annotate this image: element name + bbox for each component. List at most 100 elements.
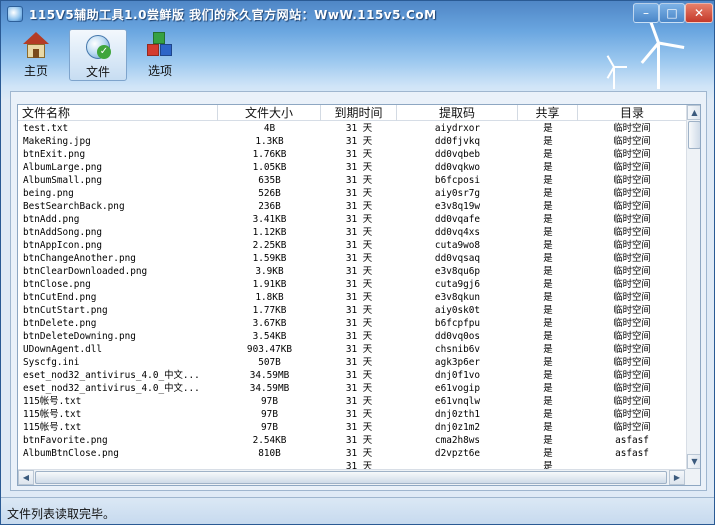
cell-file-size: 507B [258,357,281,368]
table-row[interactable]: btnCutEnd.png 1.8KB 31 天 e3v8qkun 是 临时空间 [18,291,686,304]
table-row[interactable]: btnAddSong.png 1.12KB 31 天 dd0vq4xs 是 临时空间 [18,226,686,239]
table-row[interactable]: btnAppIcon.png 2.25KB 31 天 cuta9wo8 是 临时空间 [18,239,686,252]
toolbar: 主页 ✓ 文件 选项 [1,27,714,85]
cell-file-name: btnExit.png [23,149,86,160]
vertical-scroll-thumb[interactable] [688,121,700,149]
cell-expiry: 31 天 [345,435,373,446]
cell-expiry: 31 天 [345,253,373,264]
cell-file-name: MakeRing.jpg [23,136,91,147]
maximize-button[interactable]: □ [659,3,685,23]
title-bar[interactable]: 115V5辅助工具1.0尝鲜版 我们的永久官方网站：WwW.115v5.CoM … [1,1,714,27]
cubes-icon [145,32,175,60]
column-header-dir[interactable]: 目录 [578,105,686,121]
horizontal-scrollbar[interactable]: ◀ ▶ [18,469,686,485]
column-header-share[interactable]: 共享 [518,105,578,121]
table-row[interactable]: 115帐号.txt 97B 31 天 dnj0zth1 是 临时空间 [18,408,686,421]
table-row[interactable]: BestSearchBack.png 236B 31 天 e3v8q19w 是 临时空间 [18,200,686,213]
cell-file-name: btnAppIcon.png [23,240,103,251]
minimize-button[interactable]: – [633,3,659,23]
options-label: 选项 [147,64,172,78]
cell-directory: 临时空间 [613,162,651,173]
table-row[interactable]: being.png 526B 31 天 aiy0sr7g 是 临时空间 [18,187,686,200]
cell-file-size: 34.59MB [249,383,290,394]
status-text: 文件列表读取完毕。 [7,507,116,521]
table-row[interactable]: btnFavorite.png 2.54KB 31 天 cma2h8ws 是 asfasf [18,434,686,447]
app-icon [7,6,23,22]
cell-extract-code: e61vnqlw [434,396,481,407]
cell-share: 是 [543,279,553,290]
cell-extract-code: agk3p6er [434,357,481,368]
cell-share: 是 [543,175,553,186]
file-panel: 文件名称 文件大小 到期时间 提取码 共享 目录 test.txt 4B 31 天 a… [10,91,707,491]
cell-file-size: 97B [261,422,278,433]
table-row[interactable]: btnAdd.png 3.41KB 31 天 dd0vqafe 是 临时空间 [18,213,686,226]
table-row[interactable]: btnClose.png 1.91KB 31 天 cuta9gj6 是 临时空间 [18,278,686,291]
table-row[interactable]: Syscfg.ini 507B 31 天 agk3p6er 是 临时空间 [18,356,686,369]
home-button[interactable]: 主页 [7,29,65,81]
table-row[interactable]: MakeRing.jpg 1.3KB 31 天 dd0fjvkq 是 临时空间 [18,135,686,148]
cell-expiry: 31 天 [345,357,373,368]
table-row[interactable]: btnCutStart.png 1.77KB 31 天 aiy0sk0t 是 临时空间 [18,304,686,317]
cell-expiry: 31 天 [345,318,373,329]
cell-file-size: 236B [258,201,281,212]
cell-extract-code: dd0fjvkq [434,136,481,147]
file-list[interactable]: 文件名称 文件大小 到期时间 提取码 共享 目录 test.txt 4B 31 天 a… [17,104,701,486]
scroll-down-icon[interactable]: ▼ [687,454,700,469]
cell-extract-code: dd0vqafe [434,214,481,225]
table-row[interactable]: btnExit.png 1.76KB 31 天 dd0vqbeb 是 临时空间 [18,148,686,161]
cell-expiry: 31 天 [345,331,373,342]
table-row[interactable]: btnDelete.png 3.67KB 31 天 b6fcpfpu 是 临时空间 [18,317,686,330]
cell-directory: 临时空间 [613,175,651,186]
table-row[interactable]: AlbumBtnClose.png 810B 31 天 d2vpzt6e 是 asfasf [18,447,686,460]
table-row[interactable]: test.txt 4B 31 天 aiydrxor 是 临时空间 [18,122,686,135]
cell-directory: 临时空间 [613,240,651,251]
table-row[interactable]: btnDeleteDowning.png 3.54KB 31 天 dd0vq0os 是 临… [18,330,686,343]
cell-file-name: btnClearDownloaded.png [23,266,148,277]
options-button[interactable]: 选项 [131,29,189,81]
cell-expiry: 31 天 [345,175,373,186]
cell-share: 是 [543,149,553,160]
files-button[interactable]: ✓ 文件 [69,29,127,81]
scroll-right-icon[interactable]: ▶ [669,470,685,485]
cell-file-size: 3.41KB [252,214,287,225]
cell-file-size: 3.67KB [252,318,287,329]
scroll-up-icon[interactable]: ▲ [687,105,700,120]
table-row[interactable]: btnChangeAnother.png 1.59KB 31 天 dd0vqsaq 是 临… [18,252,686,265]
column-header-expiry[interactable]: 到期时间 [321,105,397,121]
cell-extract-code: dnj0zth1 [434,409,481,420]
cell-share: 是 [543,240,553,251]
table-row[interactable]: AlbumSmall.png 635B 31 天 b6fcposi 是 临时空间 [18,174,686,187]
cell-directory: 临时空间 [613,279,651,290]
cell-extract-code: dd0vq4xs [434,227,481,238]
cell-directory: 临时空间 [613,422,651,433]
table-row[interactable]: 115帐号.txt 97B 31 天 dnj0z1m2 是 临时空间 [18,421,686,434]
cell-file-size: 903.47KB [246,344,293,355]
cell-share: 是 [543,448,553,459]
cell-file-size: 97B [261,396,278,407]
table-row[interactable]: btnClearDownloaded.png 3.9KB 31 天 e3v8qu6p 是… [18,265,686,278]
close-button[interactable]: ✕ [685,3,713,23]
table-row[interactable]: eset_nod32_antivirus_4.0_中文... 34.59MB 31 … [18,369,686,382]
vertical-scrollbar[interactable]: ▲ ▼ [686,105,700,469]
cell-extract-code: dd0vqkwo [434,162,481,173]
table-row[interactable]: 115帐号.txt 97B 31 天 e61vnqlw 是 临时空间 [18,395,686,408]
cell-share: 是 [543,435,553,446]
horizontal-scroll-thumb[interactable] [35,471,667,484]
file-search-icon: ✓ [83,33,113,61]
scroll-left-icon[interactable]: ◀ [18,470,34,485]
cell-file-size: 34.59MB [249,370,290,381]
cell-share: 是 [543,136,553,147]
table-row[interactable]: AlbumLarge.png 1.05KB 31 天 dd0vqkwo 是 临时空间 [18,161,686,174]
column-header-name[interactable]: 文件名称 [18,105,218,121]
cell-share: 是 [543,266,553,277]
column-header-size[interactable]: 文件大小 [218,105,321,121]
cell-expiry: 31 天 [345,396,373,407]
cell-extract-code: b6fcposi [434,175,481,186]
column-header-code[interactable]: 提取码 [397,105,518,121]
cell-file-name: 115帐号.txt [23,409,82,420]
cell-share: 是 [543,318,553,329]
table-row[interactable]: eset_nod32_antivirus_4.0_中文... 34.59MB 31 … [18,382,686,395]
cell-file-size: 3.54KB [252,331,287,342]
table-row[interactable]: UDownAgent.dll 903.47KB 31 天 chsnib6v 是 临时空间 [18,343,686,356]
cell-directory: 临时空间 [613,396,651,407]
